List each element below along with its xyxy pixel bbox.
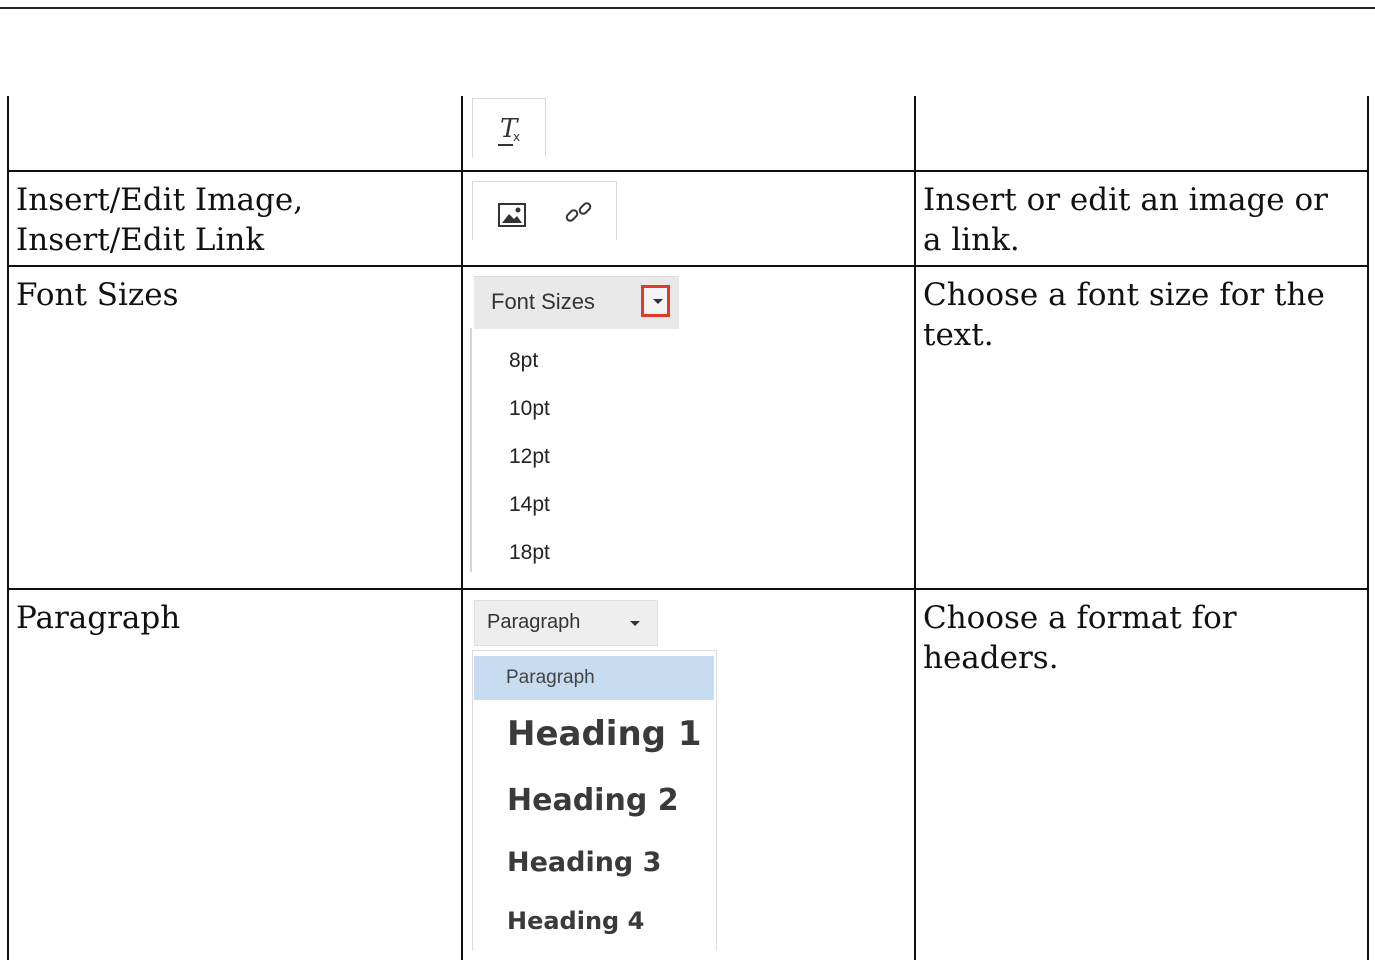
- heading-4-option[interactable]: Heading 4: [507, 907, 644, 935]
- font-sizes-button[interactable]: Font Sizes: [474, 276, 679, 329]
- font-size-option[interactable]: 12pt: [509, 445, 550, 469]
- paragraph-option-selected[interactable]: Paragraph: [474, 656, 714, 700]
- font-sizes-menu-border: [470, 328, 472, 572]
- clear-format-toolbar: T x: [472, 98, 546, 157]
- table-border-col1: [461, 96, 463, 960]
- heading-1-option[interactable]: Heading 1: [507, 714, 702, 754]
- description-font-sizes: Choose a font size for the text.: [923, 277, 1325, 353]
- font-size-option[interactable]: 8pt: [509, 349, 538, 373]
- description-paragraph: Choose a format for headers.: [923, 600, 1237, 676]
- table-border-right: [1367, 96, 1369, 960]
- feature-image-link: Insert/Edit Image, Insert/Edit Link: [16, 182, 304, 258]
- heading-2-option[interactable]: Heading 2: [507, 783, 679, 818]
- chevron-down-icon: [653, 299, 663, 304]
- font-size-option[interactable]: 18pt: [509, 541, 550, 565]
- table-row-divider: [7, 588, 1369, 590]
- heading-3-option[interactable]: Heading 3: [507, 847, 661, 878]
- paragraph-option-label: Paragraph: [506, 667, 595, 688]
- table-row-divider: [7, 265, 1369, 267]
- image-icon[interactable]: [498, 203, 526, 227]
- feature-paragraph: Paragraph: [16, 600, 181, 636]
- table-row-divider: [7, 170, 1369, 172]
- font-sizes-dropdown-arrow[interactable]: [641, 285, 670, 317]
- paragraph-button[interactable]: Paragraph: [474, 600, 658, 646]
- svg-text:x: x: [513, 130, 520, 144]
- font-sizes-label: Font Sizes: [491, 289, 595, 314]
- table-border-col2: [914, 96, 916, 960]
- feature-font-sizes: Font Sizes: [16, 277, 179, 313]
- paragraph-button-label: Paragraph: [487, 611, 581, 633]
- top-rule: [0, 7, 1375, 9]
- description-image-link: Insert or edit an image or a link.: [923, 182, 1328, 258]
- chevron-down-icon: [630, 621, 640, 626]
- font-size-option[interactable]: 14pt: [509, 493, 550, 517]
- link-icon[interactable]: [563, 197, 595, 229]
- font-size-option[interactable]: 10pt: [509, 397, 550, 421]
- image-link-toolbar: [472, 181, 617, 240]
- table-border-left: [7, 96, 9, 960]
- remove-formatting-icon[interactable]: T x: [497, 115, 527, 147]
